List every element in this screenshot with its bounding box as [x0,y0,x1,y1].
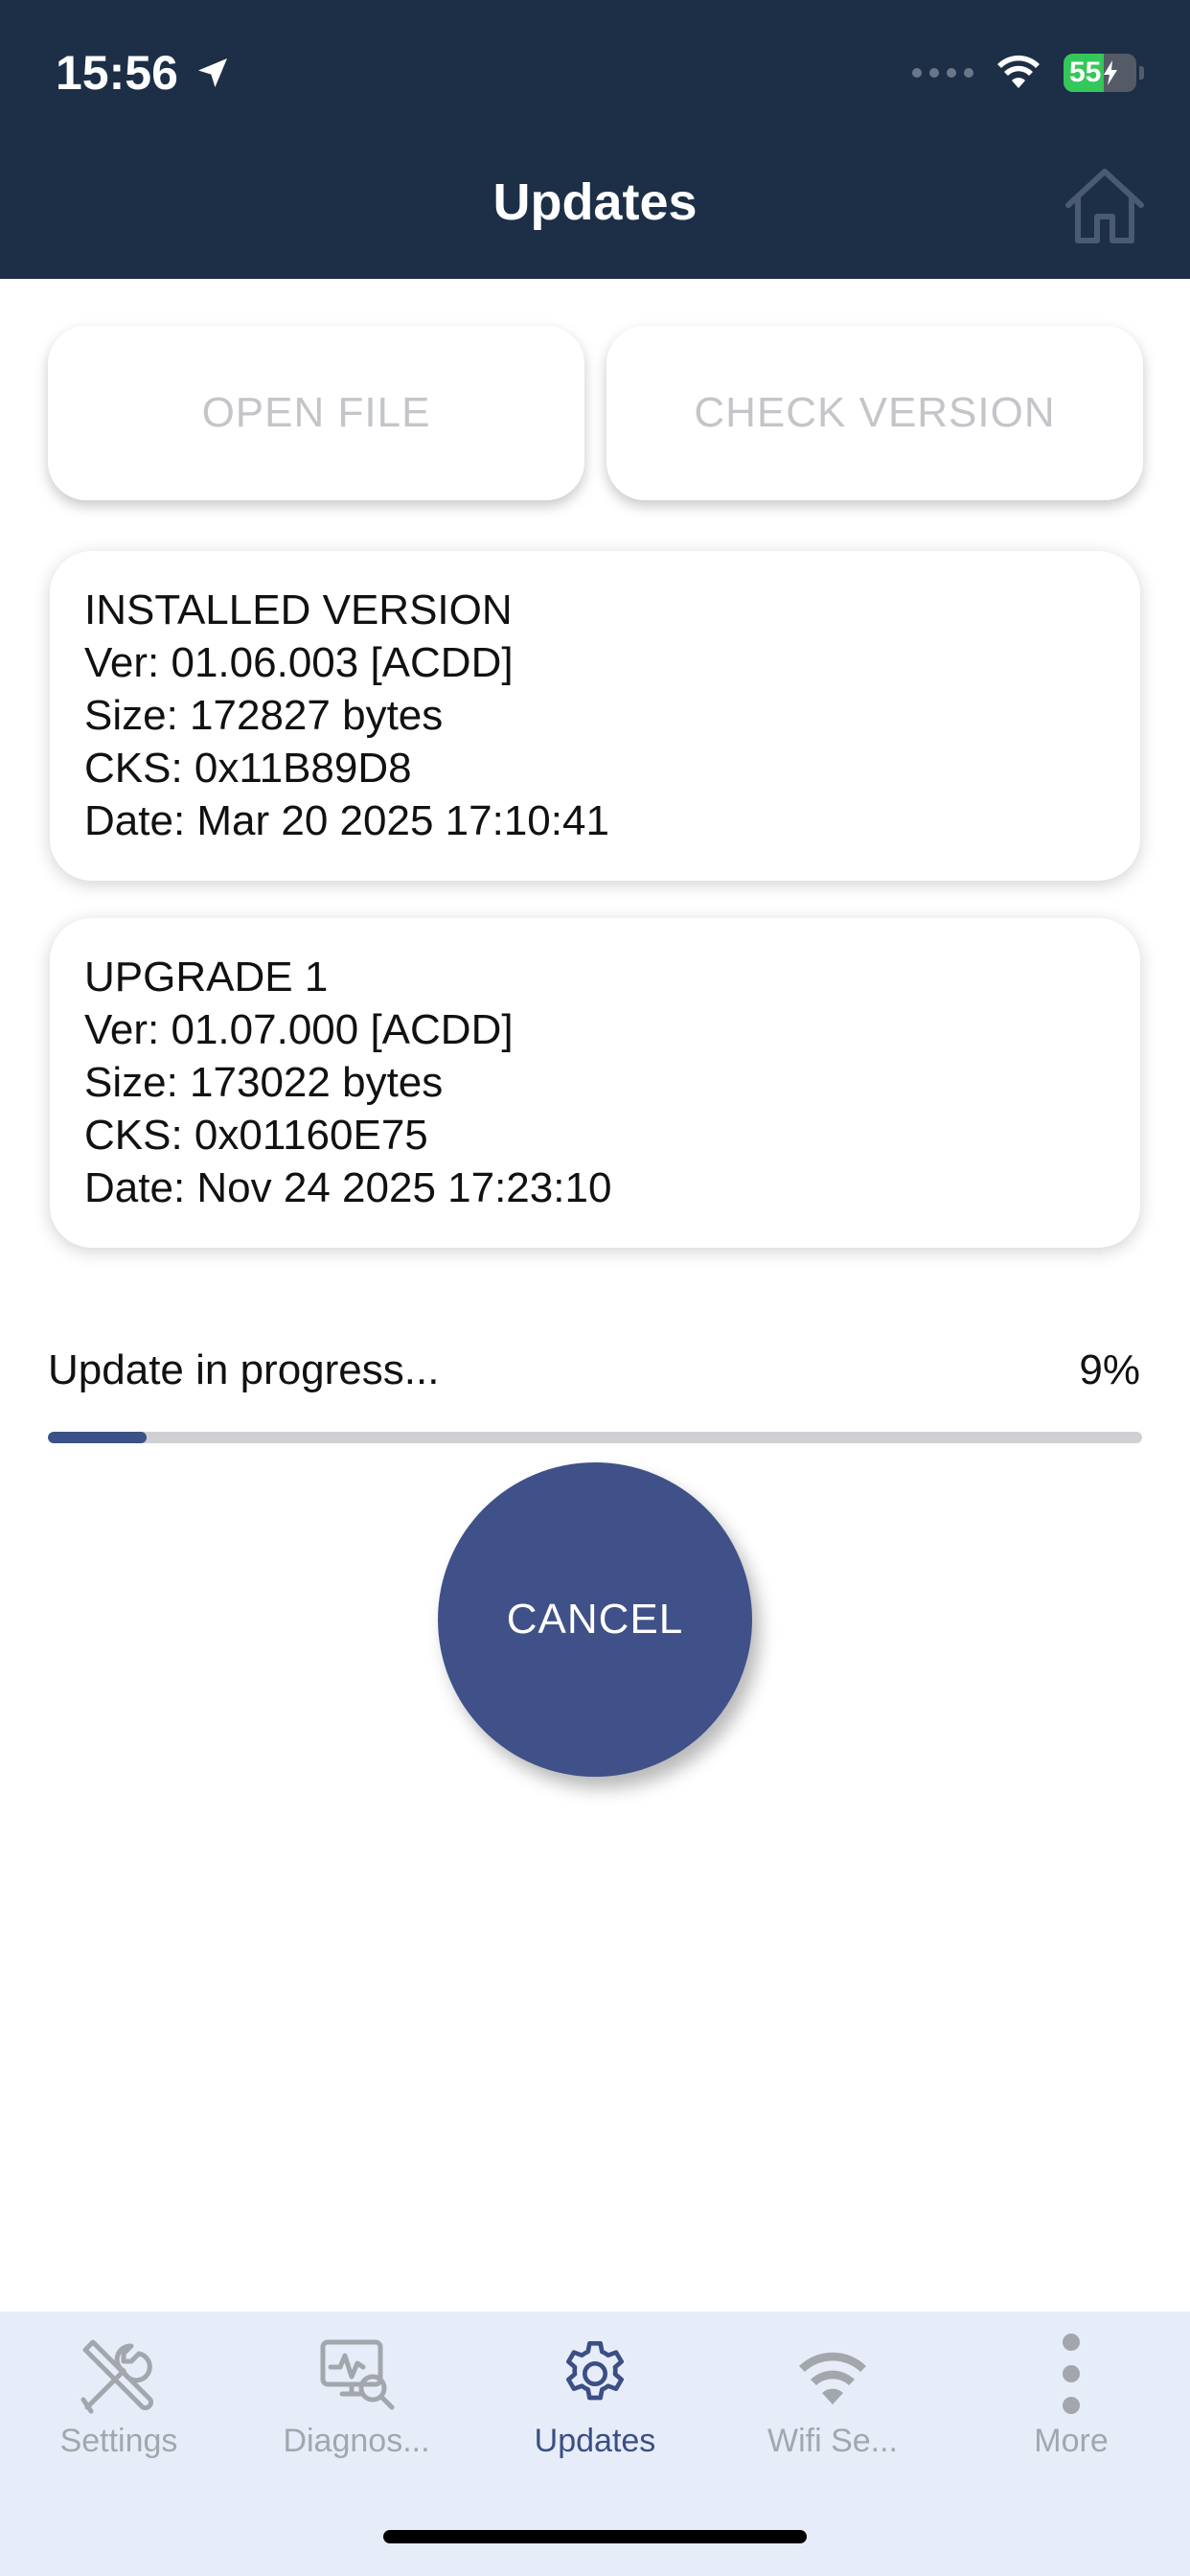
location-arrow-icon [197,58,227,87]
progress-label: Update in progress... [48,1346,440,1393]
tab-label-more: More [1034,2423,1109,2459]
battery-indicator: 55 [1064,54,1144,92]
home-indicator[interactable] [383,2530,807,2543]
upgrade-date: Date: Nov 24 2025 17:23:10 [84,1164,612,1211]
tab-diagnostics[interactable]: Diagnos... [238,2331,475,2474]
tab-label-updates: Updates [534,2423,656,2459]
battery-icon: 55 [1064,54,1136,92]
time-text: 15:56 [56,46,178,100]
page-title: Updates [492,173,698,231]
wifi-icon [787,2331,879,2417]
upgrade-card[interactable]: UPGRADE 1 Ver: 01.07.000 [ACDD] Size: 17… [50,918,1140,1248]
tab-settings[interactable]: Settings [0,2331,238,2474]
installed-title: INSTALLED VERSION [84,586,513,633]
tab-label-settings: Settings [59,2423,178,2459]
charging-bolt-icon [1104,60,1118,85]
progress-bar [48,1432,1142,1443]
upgrade-ver: Ver: 01.07.000 [ACDD] [84,1006,514,1053]
tools-icon [73,2331,165,2417]
check-version-button[interactable]: CHECK VERSION [606,326,1143,500]
header: 15:56 55 Updates [0,0,1190,279]
installed-ver: Ver: 01.06.003 [ACDD] [84,639,514,686]
progress-bar-fill [48,1432,147,1443]
wifi-status-icon [997,55,1040,88]
open-file-button[interactable]: OPEN FILE [48,326,584,500]
progress-percent: 9% [1079,1346,1140,1393]
tab-more[interactable]: More [952,2331,1190,2474]
battery-percent: 55 [1069,57,1102,88]
installed-cks: CKS: 0x11B89D8 [84,745,412,792]
cancel-button[interactable]: CANCEL [438,1462,752,1777]
status-bar-time: 15:56 [56,42,232,104]
home-button[interactable] [1062,163,1148,249]
tab-updates[interactable]: Updates [476,2331,714,2474]
more-icon [1025,2331,1117,2417]
tab-wifi-settings[interactable]: Wifi Se... [714,2331,951,2474]
home-icon [1065,169,1144,243]
status-bar-right: 55 [912,50,1144,96]
diagnostics-icon [310,2331,402,2417]
gear-icon [549,2331,641,2417]
installed-version-card: INSTALLED VERSION Ver: 01.06.003 [ACDD] … [50,551,1140,881]
tab-label-wifi: Wifi Se... [767,2423,899,2459]
cellular-signal-icon [912,68,973,78]
tab-label-diagnostics: Diagnos... [283,2423,430,2459]
installed-size: Size: 172827 bytes [84,692,444,739]
upgrade-title: UPGRADE 1 [84,954,329,1000]
upgrade-cks: CKS: 0x01160E75 [84,1112,428,1159]
installed-date: Date: Mar 20 2025 17:10:41 [84,797,609,844]
app-root: 15:56 55 Updates OPEN FILE CHECK VERSION… [0,0,1190,2576]
upgrade-size: Size: 173022 bytes [84,1059,444,1106]
